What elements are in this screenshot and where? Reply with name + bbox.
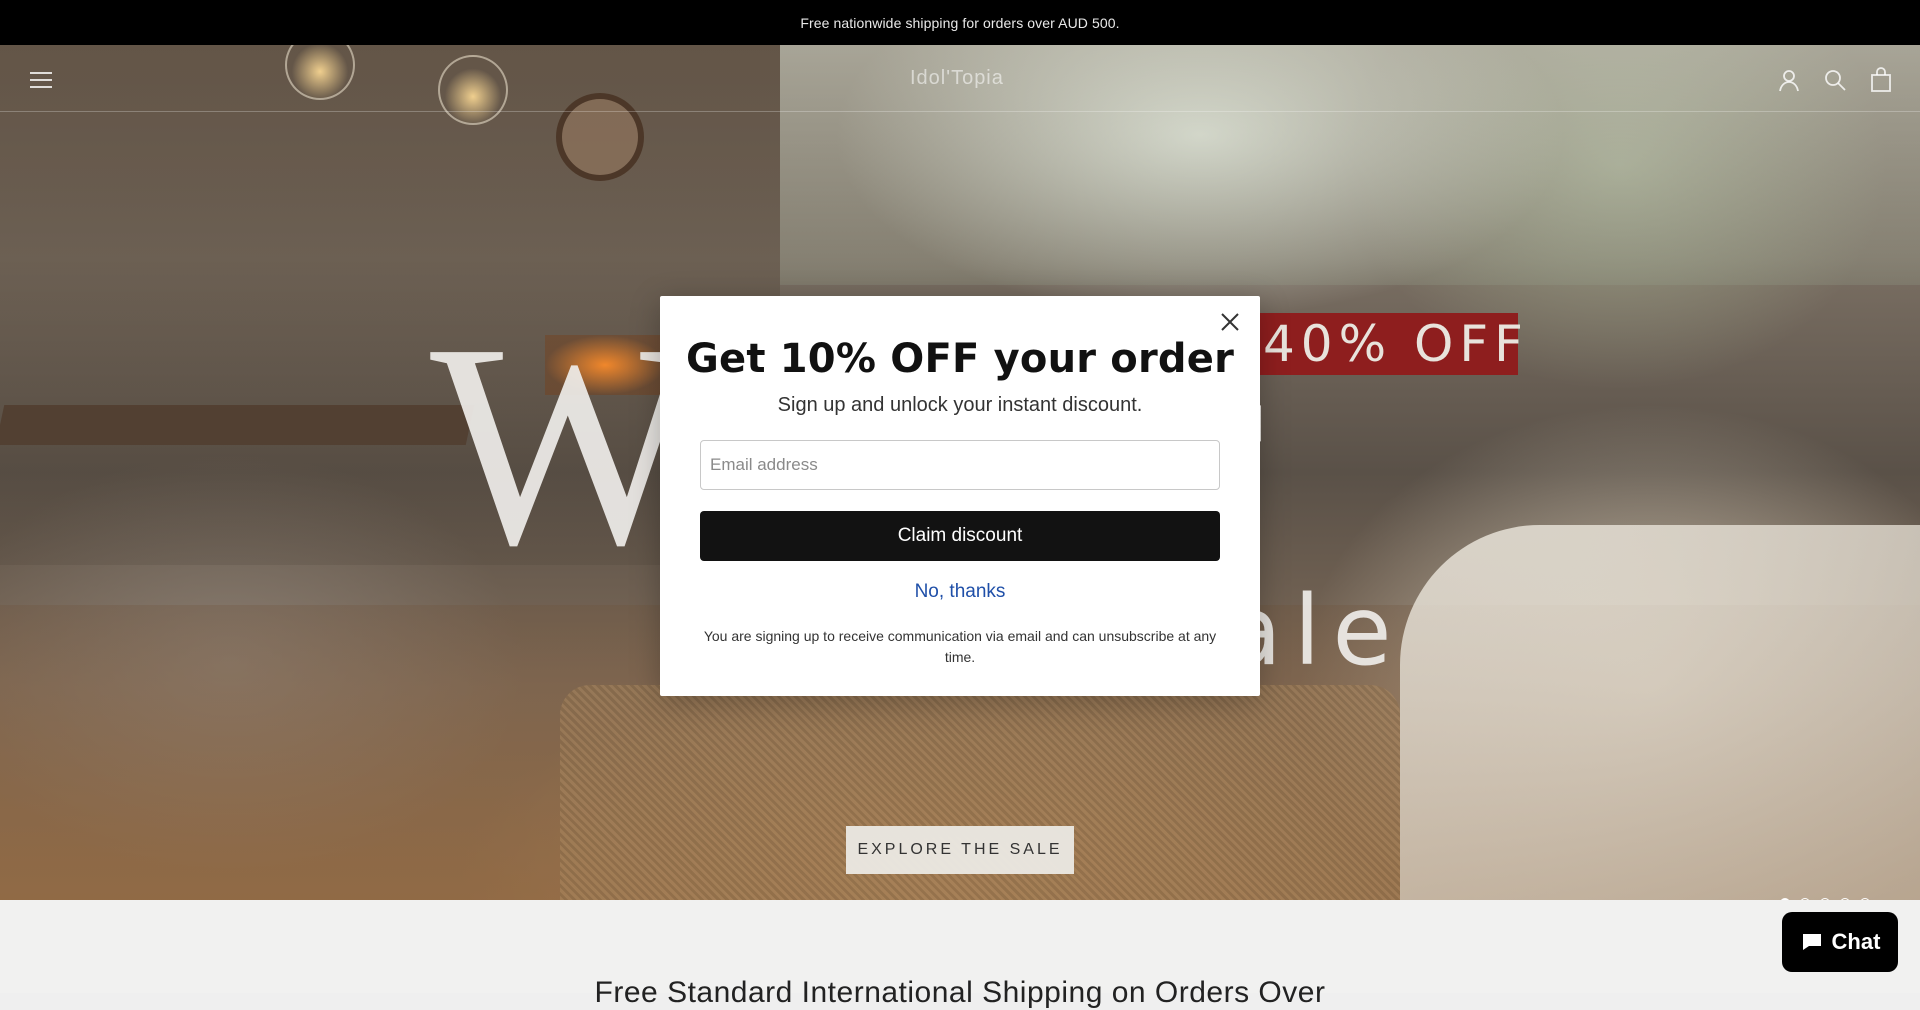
email-field[interactable] <box>700 440 1220 490</box>
shipping-heading: Free Standard International Shipping on … <box>594 976 1326 1009</box>
search-icon[interactable] <box>1822 67 1848 93</box>
hero-background-table <box>0 405 475 445</box>
announcement-bar: Free nationwide shipping for orders over… <box>0 0 1920 45</box>
chat-label: Chat <box>1831 929 1881 954</box>
discount-popup: Get 10% OFF your order Sign up and unloc… <box>660 296 1260 696</box>
popup-disclaimer: You are signing up to receive communicat… <box>703 628 1217 665</box>
chat-bubble-icon <box>1802 934 1821 950</box>
close-icon <box>1221 313 1239 331</box>
account-icon[interactable] <box>1776 67 1802 93</box>
claim-discount-button[interactable]: Claim discount <box>700 511 1220 561</box>
cart-icon[interactable] <box>1868 67 1894 93</box>
site-header: Idol'Topia <box>0 45 1920 112</box>
close-popup-button[interactable] <box>1216 308 1244 336</box>
popup-subheading: Sign up and unlock your instant discount… <box>777 394 1143 416</box>
announcement-text: Free nationwide shipping for orders over… <box>800 14 1120 31</box>
chat-button[interactable]: Chat <box>1782 912 1898 972</box>
below-hero-section: Free Standard International Shipping on … <box>0 900 1920 1009</box>
no-thanks-link[interactable]: No, thanks <box>660 581 1260 603</box>
popup-heading: Get 10% OFF your order <box>685 336 1235 382</box>
site-logo[interactable]: Idol'Topia <box>910 67 1004 90</box>
explore-sale-button[interactable]: EXPLORE THE SALE <box>846 826 1074 874</box>
menu-icon[interactable] <box>28 67 54 93</box>
